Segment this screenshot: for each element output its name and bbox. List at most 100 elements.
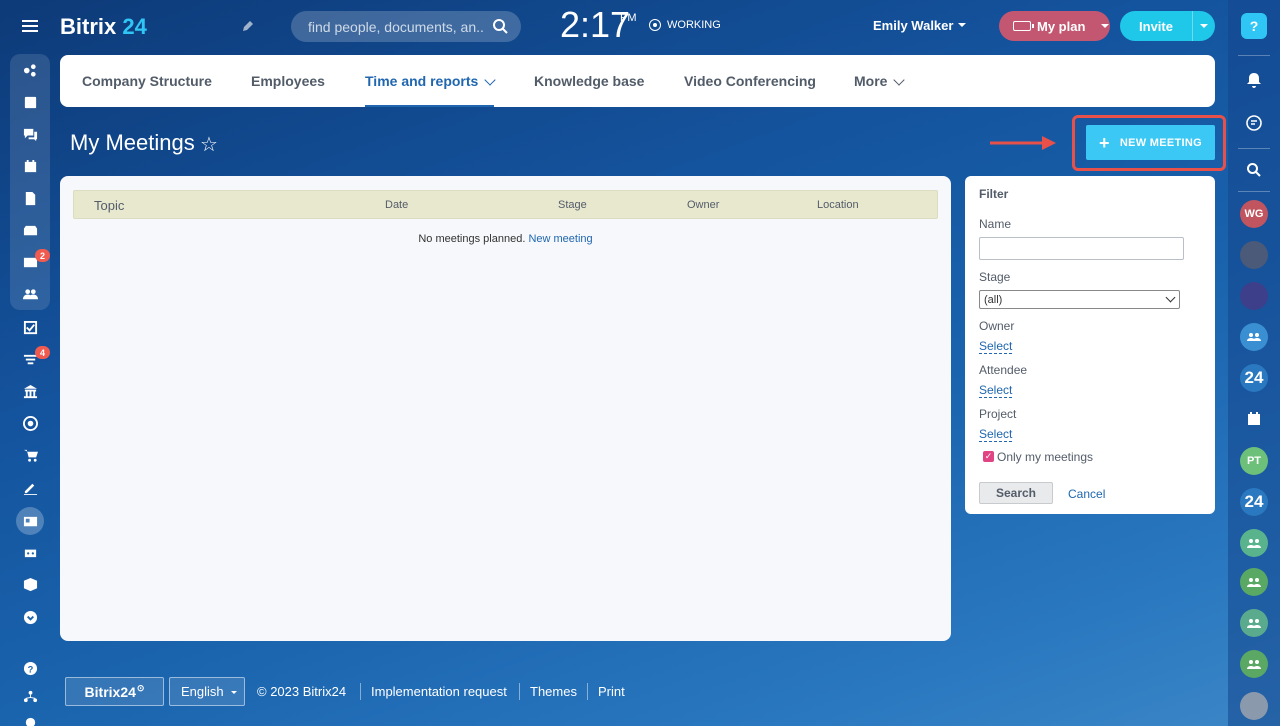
search-input[interactable] [308,18,483,35]
avatar-pt[interactable]: PT [1240,447,1268,475]
language-select[interactable]: English [169,677,245,706]
stage-select[interactable]: (all) [979,290,1180,309]
caret-down-icon [1101,24,1110,32]
drive-icon[interactable] [20,220,40,240]
nav-more[interactable]: More [854,55,906,107]
nav-knowledge-base[interactable]: Knowledge base [534,55,644,107]
group-icon[interactable] [1240,609,1268,637]
calendar-icon[interactable] [20,156,40,176]
avatar-photo[interactable] [1240,692,1268,720]
nav-company-structure[interactable]: Company Structure [82,55,212,107]
logo[interactable]: Bitrix 24 [60,14,147,40]
work-status-label: WORKING [667,19,721,31]
bitrix24-chat[interactable]: 24 [1240,364,1268,392]
left-sidebar: 2 4 ? [0,0,60,726]
divider [1238,55,1270,56]
group-chat-icon[interactable] [1240,323,1268,351]
more-chevron-icon[interactable] [20,607,40,627]
plus-icon: + [1099,132,1110,153]
search-box[interactable] [291,11,521,42]
owner-select-link[interactable]: Select [979,339,1013,354]
robot-icon[interactable] [20,541,40,561]
feed-icon[interactable] [20,60,40,80]
meetings-icon[interactable] [16,507,44,535]
avatar-photo[interactable] [1240,241,1268,269]
only-my-meetings-label[interactable]: Only my meetings [997,450,1093,464]
my-plan-button[interactable]: My plan [999,11,1110,41]
caret-down-icon[interactable] [1200,24,1208,32]
sign-icon[interactable] [20,477,40,497]
print-link[interactable]: Print [598,684,625,699]
attendee-select-link[interactable]: Select [979,383,1013,398]
owner-label: Owner [979,319,1015,333]
news-icon[interactable] [20,92,40,112]
table-header: Topic Date Stage Owner Location [73,190,938,219]
implementation-request-link[interactable]: Implementation request [371,684,507,699]
themes-link[interactable]: Themes [530,684,577,699]
column-topic[interactable]: Topic [94,198,124,213]
nav-time-and-reports[interactable]: Time and reports [365,55,496,107]
documents-icon[interactable] [20,188,40,208]
user-name[interactable]: Emily Walker [873,18,953,33]
filter-title: Filter [979,187,1009,201]
column-location[interactable]: Location [817,199,859,211]
box-icon[interactable] [20,574,40,594]
divider [587,683,588,700]
search-icon[interactable] [1240,156,1268,184]
name-label: Name [979,217,1012,231]
cart-icon[interactable] [20,445,40,465]
mail-badge: 2 [35,249,50,262]
project-label: Project [979,407,1017,421]
only-my-meetings-checkbox[interactable]: ✓ [983,451,994,462]
chat-icon[interactable] [20,124,40,144]
avatar-photo[interactable] [1240,282,1268,310]
column-owner[interactable]: Owner [687,199,719,211]
work-status[interactable]: WORKING [649,19,721,31]
attendee-label: Attendee [979,363,1028,377]
group-icon[interactable] [1240,650,1268,678]
new-meeting-button[interactable]: + NEW MEETING [1086,125,1215,160]
project-select-link[interactable]: Select [979,427,1013,442]
filter-panel: Filter Name Stage (all) Owner Select Att… [965,176,1215,514]
footer-logo[interactable]: Bitrix24 ⊙ [65,677,164,706]
structure-icon[interactable] [20,686,40,706]
chevron-down-icon [1165,292,1176,303]
help-circle-icon[interactable]: ? [20,658,40,678]
invite-divider [1192,11,1193,41]
avatar-wg[interactable]: WG [1240,200,1268,228]
bell-icon[interactable] [1240,66,1268,94]
search-icon[interactable] [492,18,509,35]
chevron-down-icon [893,73,906,86]
column-stage[interactable]: Stage [558,199,587,211]
help-button[interactable]: ? [1241,13,1267,39]
nav-employees[interactable]: Employees [251,55,325,107]
menu-icon[interactable] [22,20,38,32]
messages-icon[interactable] [1240,109,1268,137]
arrow-icon [990,136,1056,150]
empty-message: No meetings planned. New meeting [60,233,951,245]
bitrix24-chat[interactable]: 24 [1240,488,1268,516]
nav-video-conferencing[interactable]: Video Conferencing [684,55,816,107]
favorite-star-icon[interactable]: ☆ [200,132,218,157]
name-field[interactable] [979,237,1184,260]
group-icon[interactable] [1240,568,1268,596]
group-icon[interactable] [1240,529,1268,557]
new-meeting-label: NEW MEETING [1119,136,1202,149]
user-caret-icon[interactable] [958,23,966,31]
search-button[interactable]: Search [979,482,1053,504]
tasks-icon[interactable] [20,317,40,337]
bank-icon[interactable] [20,381,40,401]
pencil-icon[interactable] [241,19,253,33]
clock-time[interactable]: 2:17 [560,4,630,46]
meetings-panel: Topic Date Stage Owner Location No meeti… [60,176,951,641]
groups-icon[interactable] [20,284,40,304]
invite-button[interactable]: Invite [1120,11,1215,41]
calendar-icon[interactable] [1240,405,1268,433]
divider [1238,191,1270,192]
target-icon[interactable] [20,413,40,433]
cancel-link[interactable]: Cancel [1068,487,1105,501]
empty-text: No meetings planned. [418,233,526,245]
settings-icon[interactable] [20,712,40,726]
column-date[interactable]: Date [385,199,408,211]
new-meeting-link[interactable]: New meeting [528,233,592,245]
